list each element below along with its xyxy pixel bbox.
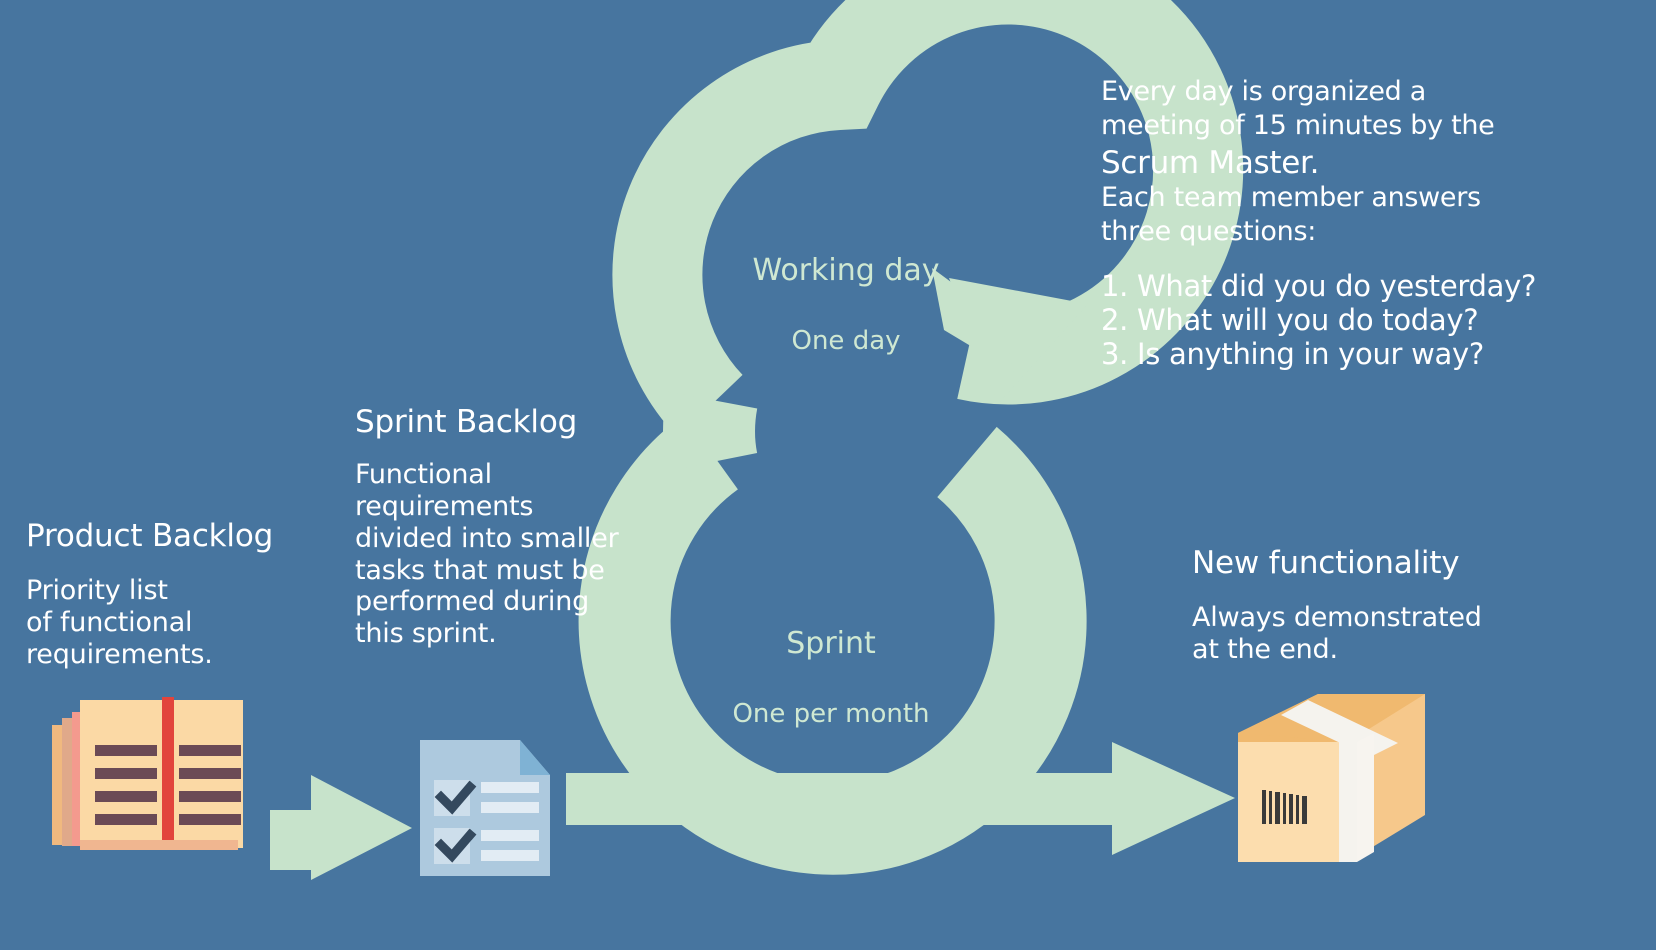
book-icon [52,697,243,850]
product-backlog-title: Product Backlog [26,518,274,554]
daily-meeting-line-1: Every day is organized a [1101,76,1427,107]
working-day-label: Working day One day [660,215,1032,394]
new-functionality-title: New functionality [1192,545,1460,581]
sprint-title: Sprint [786,625,876,661]
working-day-subtitle: One day [791,325,901,356]
daily-meeting-line-2: meeting of 15 minutes by the [1101,110,1495,141]
sprint-label: Sprint One per month [645,588,1017,767]
scrum-process-diagram: Product Backlog Priority list of functio… [0,0,1656,950]
daily-meeting-line-5: three questions: [1101,216,1317,247]
diagram-graphics-layer [52,0,1425,880]
daily-meeting-line-3: Scrum Master. [1101,145,1320,181]
package-box-icon [1238,694,1425,862]
sprint-backlog-title: Sprint Backlog [355,404,578,440]
ribbon-crossover [663,391,758,472]
daily-meeting-line-4: Each team member answers [1101,182,1481,213]
sprint-backlog-description: Functional requirements divided into sma… [355,459,619,650]
product-backlog-description: Priority list of functional requirements… [26,575,213,670]
working-day-title: Working day [752,252,940,288]
daily-meeting-questions-list: 1. What did you do yesterday? 2. What wi… [1101,269,1537,372]
sprint-subtitle: One per month [732,698,930,729]
new-functionality-description: Always demonstrated at the end. [1192,602,1482,665]
backlog-transfer-arrow [270,775,412,880]
checklist-document-icon [420,740,550,876]
